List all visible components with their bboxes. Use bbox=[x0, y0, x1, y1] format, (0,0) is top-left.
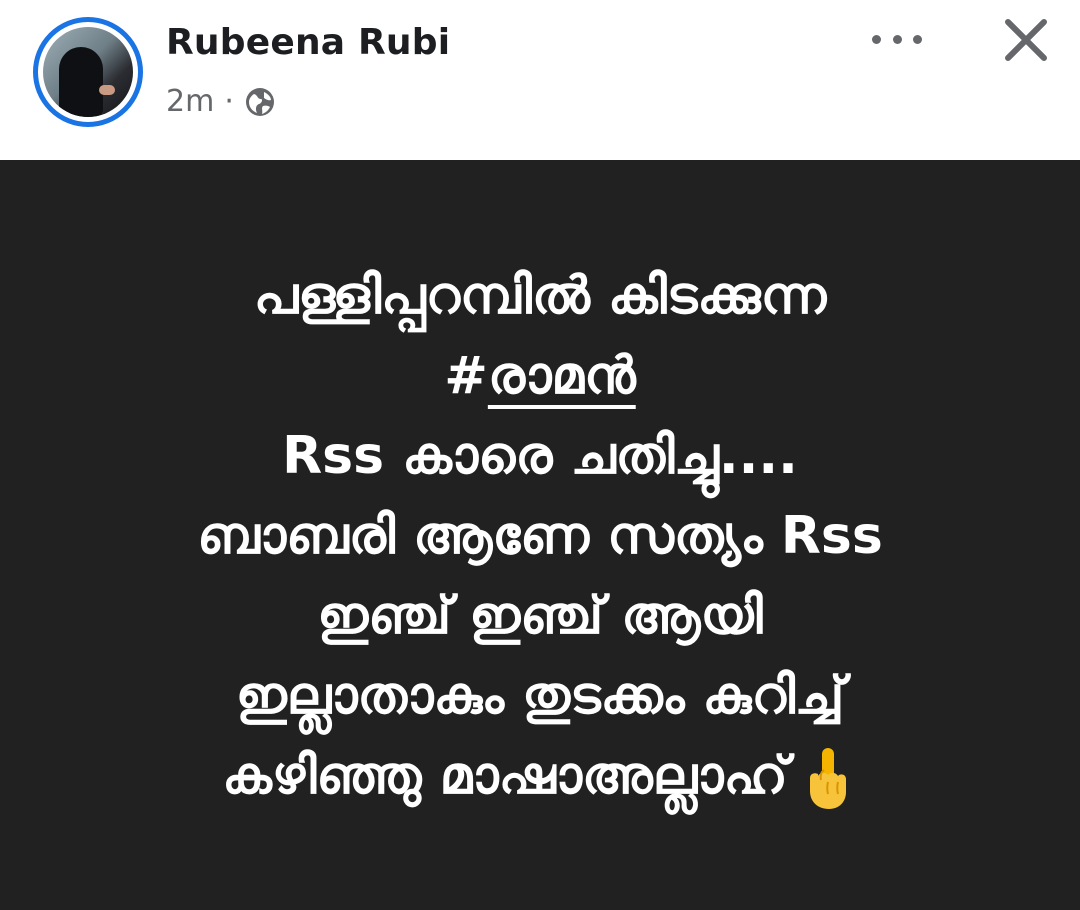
post-text-line: Rss കാരെ ചതിച്ചു.... bbox=[282, 426, 798, 486]
close-icon[interactable] bbox=[1000, 14, 1052, 66]
avatar-figure bbox=[59, 47, 103, 117]
avatar[interactable] bbox=[43, 27, 133, 117]
globe-icon[interactable] bbox=[244, 86, 276, 118]
author-name[interactable]: Rubeena Rubi bbox=[166, 22, 450, 63]
more-dot bbox=[892, 34, 902, 44]
avatar-story-ring[interactable] bbox=[33, 17, 143, 127]
post-header: Rubeena Rubi 2m · bbox=[0, 0, 1080, 160]
post-text-line: ഇല്ലാതാകും തുടക്കം കുറിച്ച് bbox=[235, 666, 845, 726]
facebook-post: Rubeena Rubi 2m · പള്ളിപ്പറമ്പിൽ കിടക്കു… bbox=[0, 0, 1080, 910]
post-text-line: #രാമൻ bbox=[0, 336, 1080, 416]
more-horizontal-icon[interactable] bbox=[872, 22, 922, 56]
post-text-line-content: കഴിഞ്ഞു മാഷാഅല്ലാഹ് bbox=[222, 746, 788, 806]
meta-separator: · bbox=[224, 84, 234, 119]
post-text-line: കഴിഞ്ഞു മാഷാഅല്ലാഹ് bbox=[0, 736, 1080, 816]
pointing-up-icon bbox=[800, 746, 858, 812]
post-text-background: പള്ളിപ്പറമ്പിൽ കിടക്കുന്ന #രാമൻ Rss കാരെ… bbox=[0, 160, 1080, 910]
post-text-line: ബാബരി ആണേ സത്യം Rss bbox=[197, 506, 883, 566]
more-dot bbox=[913, 34, 922, 44]
hashtag-symbol: # bbox=[444, 346, 488, 406]
post-text-line: പള്ളിപ്പറമ്പിൽ കിടക്കുന്ന bbox=[253, 266, 827, 326]
hashtag-link[interactable]: രാമൻ bbox=[488, 346, 636, 406]
post-meta: 2m · bbox=[166, 84, 276, 119]
post-time[interactable]: 2m bbox=[166, 84, 214, 119]
post-text-line: ഇഞ്ച് ഇഞ്ച് ആയി bbox=[317, 586, 763, 646]
more-dot bbox=[872, 34, 881, 44]
post-text: പള്ളിപ്പറമ്പിൽ കിടക്കുന്ന #രാമൻ Rss കാരെ… bbox=[0, 256, 1080, 816]
avatar-hand bbox=[99, 85, 115, 95]
